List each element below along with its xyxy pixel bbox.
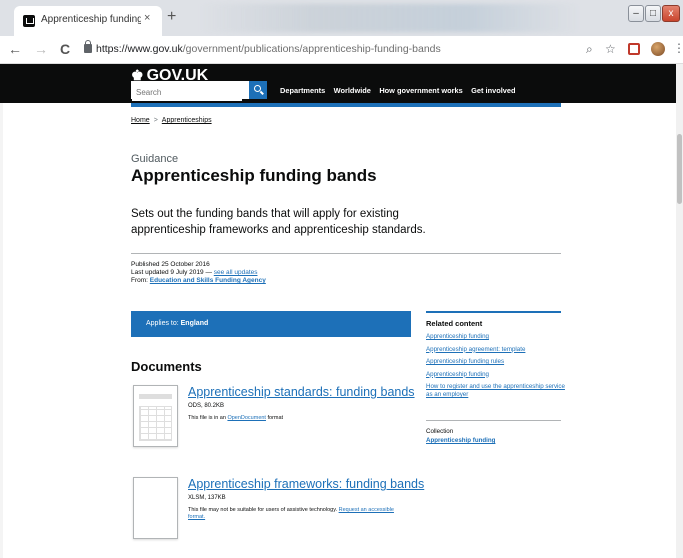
breadcrumb-apprenticeships-link[interactable]: Apprenticeships [162,117,212,124]
published-date: Published 25 October 2016 [131,261,210,268]
attachment-metadata: XLSM, 137KB [188,495,226,501]
related-link[interactable]: Apprenticeship funding [426,371,566,379]
window-close-button[interactable]: x [662,5,680,22]
top-navigation: Departments Worldwide How government wor… [280,80,520,116]
search-icon [254,85,261,92]
browser-tab-bar: Apprenticeship funding bands - × + – □ x [0,0,683,36]
related-content-list: Apprenticeship funding Apprenticeship ag… [426,333,566,404]
attachment-title-link[interactable]: Apprenticeship standards: funding bands [188,385,415,399]
tab-close-icon[interactable]: × [144,12,150,24]
collection-label: Collection [426,428,454,435]
related-link[interactable]: Apprenticeship agreement: template [426,346,566,354]
search-button[interactable] [249,81,267,99]
document-type: Guidance [131,153,179,165]
applies-to-banner: Applies to: England [131,311,411,337]
new-tab-icon[interactable]: + [167,9,176,25]
window-maximize-button[interactable]: □ [645,5,661,22]
related-link[interactable]: How to register and use the apprenticesh… [426,383,566,399]
collection-divider [426,420,561,421]
from-organisation: From: Education and Skills Funding Agenc… [131,277,266,284]
attachment-format-note: This file is in an OpenDocument format [188,415,284,421]
breadcrumb-home-link[interactable]: Home [131,117,150,124]
publication-metadata: Published 25 October 2016 Last updated 9… [131,261,266,285]
window-minimize-button[interactable]: – [628,5,644,22]
profile-avatar[interactable] [651,42,665,56]
address-bar[interactable]: https://www.gov.uk/government/publicatio… [84,40,624,60]
tab-title: Apprenticeship funding bands - [41,14,141,25]
organisation-link[interactable]: Education and Skills Funding Agency [150,277,266,284]
scrollbar-thumb[interactable] [677,134,682,204]
see-all-updates-link[interactable]: see all updates [214,269,258,276]
document-thumbnail-icon[interactable] [133,477,178,539]
metadata-divider [131,253,561,254]
nav-departments[interactable]: Departments [280,86,325,95]
browser-toolbar: ← → C https://www.gov.uk/government/publ… [0,36,683,64]
breadcrumb-separator: > [153,117,158,124]
attachment-item: Apprenticeship frameworks: funding bands… [131,477,431,547]
blurred-bookmarks [200,4,580,32]
header-blue-rule [131,103,561,107]
attachment-accessibility-note: This file may not be suitable for users … [188,507,394,520]
browser-tab[interactable]: Apprenticeship funding bands - × [14,6,162,36]
nav-get-involved[interactable]: Get involved [471,86,515,95]
attachment-title-link[interactable]: Apprenticeship frameworks: funding bands [188,477,424,491]
attachment-metadata: ODS, 80.2KB [188,403,225,409]
page-scrollbar[interactable] [676,64,683,558]
applies-to-value: England [180,320,209,327]
related-link[interactable]: Apprenticeship funding [426,333,566,341]
bookmark-star-icon[interactable]: ☆ [605,42,616,56]
govuk-header: ♚GOV.UK Departments Worldwide How govern… [0,64,680,113]
related-content-heading: Related content [426,319,483,328]
spreadsheet-thumbnail-icon[interactable] [133,385,178,447]
zoom-icon[interactable]: ⌕ [586,42,593,56]
forward-button[interactable]: → [34,41,48,57]
related-content-rule [426,311,561,313]
breadcrumb: Home > Apprenticeships [131,117,212,124]
window-left-edge [0,64,3,558]
nav-how-government-works[interactable]: How government works [379,86,462,95]
search-input[interactable] [132,84,242,101]
last-updated: Last updated 9 July 2019 — see all updat… [131,269,258,276]
reload-button[interactable]: C [60,41,70,57]
nav-worldwide[interactable]: Worldwide [334,86,371,95]
browser-menu-icon[interactable]: ⋮ [673,41,683,55]
search-field[interactable] [131,81,249,101]
extension-icon[interactable] [628,43,640,55]
lead-paragraph: Sets out the funding bands that will app… [131,208,426,236]
url-text: https://www.gov.uk/government/publicatio… [96,43,441,55]
opendocument-link[interactable]: OpenDocument [227,415,266,421]
govuk-favicon-icon [23,15,35,27]
lock-icon [84,40,92,53]
documents-heading: Documents [131,359,202,374]
related-link[interactable]: Apprenticeship funding rules [426,358,566,366]
attachment-item: Apprenticeship standards: funding bands … [131,385,431,455]
page-title: Apprenticeship funding bands [131,166,377,185]
collection-link[interactable]: Apprenticeship funding [426,437,495,444]
back-button[interactable]: ← [8,41,22,57]
